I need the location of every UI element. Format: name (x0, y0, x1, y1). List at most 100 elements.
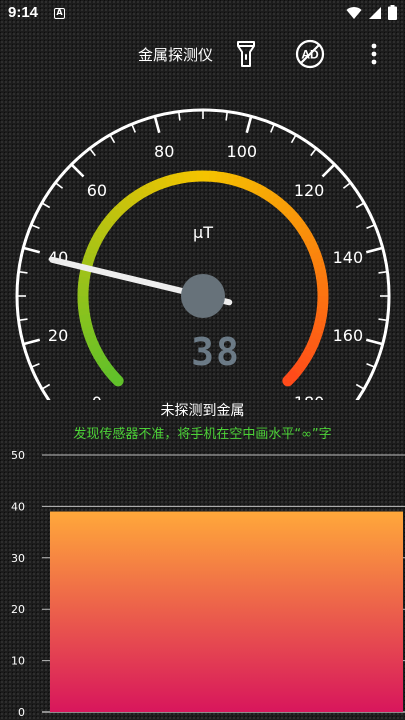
gauge-major-tick (153, 116, 161, 134)
gauge-color-segment (316, 301, 329, 311)
gauge-color-segment (81, 256, 95, 267)
gauge-minor-tick (31, 224, 40, 230)
gauge-color-segment (88, 238, 102, 250)
gauge-color-segment (83, 330, 97, 341)
gauge-color-segment (78, 312, 92, 323)
gauge-color-segment (316, 282, 329, 291)
gauge-color-segment (164, 174, 175, 188)
gauge-color-segment (114, 202, 128, 216)
gauge-color-segment (91, 232, 105, 245)
flashlight-button[interactable] (228, 36, 264, 72)
gauge-minor-tick (109, 135, 116, 144)
gauge-tick-label: 140 (333, 248, 364, 267)
gauge-tick-label: 80 (154, 142, 174, 161)
gauge-color-segment (275, 198, 288, 212)
magnetometer-gauge: 020406080100120140160180 μT 38 (15, 108, 391, 400)
chart-bar (50, 511, 403, 712)
more-vert-icon (371, 43, 377, 65)
app-title: 金属探测仪 (138, 46, 214, 64)
gauge-color-segment (80, 318, 93, 329)
gauge-color-segment (316, 276, 328, 285)
gauge-color-segment (282, 370, 298, 387)
gauge-color-segment (176, 171, 187, 185)
gauge-color-segment (105, 211, 119, 224)
gauge-color-segment (305, 239, 319, 251)
more-options-button[interactable] (356, 36, 392, 72)
gauge-color-segment (291, 363, 305, 376)
gauge-color-segment (85, 336, 99, 348)
gauge-minor-tick (42, 202, 51, 209)
gauge-color-segment (119, 197, 132, 211)
gauge-color-segment (309, 251, 323, 262)
gauge-major-tick (245, 116, 253, 134)
battery-icon (388, 5, 397, 20)
gauge-color-segment (183, 171, 192, 183)
gauge-color-segment (311, 325, 325, 336)
gauge-color-segment (307, 244, 321, 256)
gauge-color-segment (283, 207, 297, 221)
chart-y-tick-label: 50 (11, 449, 25, 462)
flashlight-icon (237, 41, 255, 67)
remove-ads-button[interactable]: AD (292, 36, 328, 72)
gauge-minor-tick (225, 112, 228, 121)
gauge-color-segment (313, 319, 326, 330)
gauge-tick-label: 60 (87, 181, 107, 200)
gauge-color-segment (140, 183, 152, 197)
gauge-tick-label: 20 (48, 326, 68, 345)
gauge-color-segment (170, 173, 181, 186)
gauge-color-segment (146, 180, 158, 194)
gauge-color-segment (214, 171, 224, 184)
gauge-color-segment (295, 222, 309, 235)
gauge-color-segment (238, 176, 249, 190)
gauge-tick-label: 0 (92, 393, 102, 400)
status-time: 9:14 (8, 4, 39, 21)
gauge-minor-tick (31, 362, 40, 368)
gauge-minor-tick (89, 148, 96, 157)
detection-status: 未探测到金属 (160, 403, 245, 419)
gauge-color-segment (249, 181, 261, 195)
chart-y-tick-label: 0 (18, 706, 25, 719)
gauge-color-segment (94, 226, 108, 239)
field-history-chart: 0 10 20 30 40 50 (11, 449, 405, 719)
gauge-tick-label: 180 (294, 393, 325, 400)
gauge-color-segment (314, 313, 327, 324)
gauge-minor-tick (310, 148, 317, 157)
gauge-color-segment (189, 170, 198, 183)
gauge-color-segment (124, 193, 137, 208)
gauge-major-tick (365, 338, 383, 346)
gauge-color-segment (288, 212, 302, 225)
gauge-color-segment (254, 184, 267, 198)
gauge-color-segment (77, 281, 90, 291)
gauge-color-segment (208, 170, 218, 183)
gauge-minor-tick (342, 182, 351, 189)
gauge-major-tick (365, 246, 383, 254)
gauge-minor-tick (355, 202, 364, 209)
gauge-color-segment (313, 263, 326, 274)
wifi-icon (346, 6, 362, 19)
gauge-color-segment (314, 269, 328, 280)
gauge-color-segment (90, 347, 104, 359)
gauge-color-segment (279, 202, 293, 216)
gauge-color-segment (260, 187, 273, 201)
gauge-tick-label: 160 (333, 326, 364, 345)
gauge-color-segment (78, 275, 91, 285)
gauge-color-segment (129, 190, 142, 204)
gauge-minor-tick (42, 383, 51, 390)
gauge-minor-tick (366, 362, 375, 368)
gauge-minor-tick (290, 135, 297, 144)
gauge-color-segment (85, 244, 99, 256)
gauge-color-segment (109, 206, 123, 220)
gauge-color-segment (134, 186, 147, 200)
gauge-color-segment (151, 178, 163, 192)
no-ads-icon: AD (295, 39, 325, 69)
gauge-minor-tick (19, 271, 28, 274)
gauge-minor-tick (19, 318, 28, 321)
gauge-color-segment (302, 233, 316, 245)
gauge-color-segment (304, 342, 318, 354)
status-bar: 9:14 A (0, 0, 405, 28)
chart-bars (50, 511, 403, 712)
gauge-color-segment (104, 367, 118, 380)
gauge-color-segment (100, 362, 115, 375)
notification-icon: A (54, 8, 65, 19)
gauge-hub (181, 274, 225, 318)
